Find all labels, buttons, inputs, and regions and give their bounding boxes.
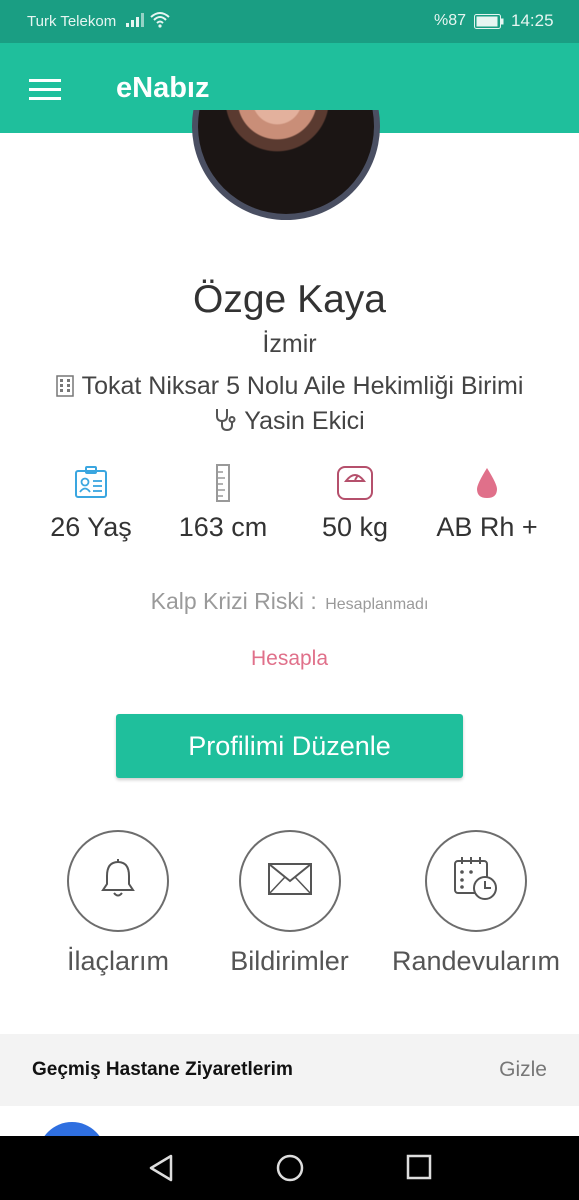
recent-apps-icon[interactable] xyxy=(406,1154,432,1185)
height-value: 163 cm xyxy=(178,512,268,542)
risk-value: Hesaplanmadı xyxy=(325,596,429,613)
section-title: Geçmiş Hastane Ziyaretlerim xyxy=(32,1059,293,1080)
family-health-unit: Tokat Niksar 5 Nolu Aile Hekimliği Birim… xyxy=(0,372,579,404)
wifi-icon xyxy=(150,11,170,32)
system-navigation-bar xyxy=(0,1136,579,1200)
battery-icon xyxy=(474,14,504,33)
quick-action-notifications[interactable]: Bildirimler xyxy=(222,830,357,977)
battery-percentage: %87 xyxy=(434,12,467,29)
stat-weight: 50 kg xyxy=(290,462,420,543)
calculate-link[interactable]: Hesapla xyxy=(0,647,579,671)
avatar[interactable] xyxy=(192,110,380,222)
appointments-label: Randevularım xyxy=(391,946,561,976)
profile-name: Özge Kaya xyxy=(193,278,386,321)
blood-drop-icon xyxy=(422,462,552,504)
home-icon[interactable] xyxy=(276,1154,304,1187)
doctor-name: Yasin Ekici xyxy=(244,407,365,435)
hide-button[interactable]: Gizle xyxy=(499,1058,547,1082)
blood-type-value: AB Rh + xyxy=(436,512,538,542)
age-value: 26 Yaş xyxy=(50,512,132,542)
bell-icon xyxy=(98,858,138,905)
profile-photo xyxy=(198,110,374,214)
quick-action-medications[interactable]: İlaçlarım xyxy=(53,830,183,977)
notifications-label: Bildirimler xyxy=(230,946,349,976)
signal-icon xyxy=(126,13,144,31)
envelope-icon xyxy=(267,862,312,900)
stat-height: 163 cm xyxy=(158,462,288,543)
ruler-icon xyxy=(158,462,288,504)
family-doctor: Yasin Ekici xyxy=(0,407,579,439)
stat-blood-type: AB Rh + xyxy=(422,462,552,543)
status-bar: Turk Telekom %87 14:25 xyxy=(0,0,579,43)
appointments-circle[interactable] xyxy=(425,830,527,932)
notifications-circle[interactable] xyxy=(238,830,341,932)
stethoscope-icon xyxy=(214,408,236,439)
building-icon xyxy=(55,375,74,404)
calendar-clock-icon xyxy=(453,856,499,907)
past-hospital-visits-header: Geçmiş Hastane Ziyaretlerim Gizle xyxy=(0,1034,579,1106)
id-card-icon xyxy=(26,462,156,504)
risk-label: Kalp Krizi Riski : xyxy=(150,588,317,614)
back-icon[interactable] xyxy=(148,1154,174,1187)
quick-action-appointments[interactable]: Randevularım xyxy=(388,830,564,977)
profile-city: İzmir xyxy=(262,330,317,358)
clock-time: 14:25 xyxy=(511,11,554,30)
visits-list xyxy=(0,1106,579,1136)
visit-avatar[interactable] xyxy=(38,1122,106,1136)
hamburger-menu-icon[interactable] xyxy=(29,79,61,106)
stat-age: 26 Yaş xyxy=(26,462,156,543)
app-title: eNabız xyxy=(116,72,210,104)
edit-profile-button[interactable]: Profilimi Düzenle xyxy=(116,714,463,778)
weight-value: 50 kg xyxy=(321,512,389,542)
scale-icon xyxy=(290,462,420,504)
medications-label: İlaçlarım xyxy=(66,946,169,976)
heart-attack-risk: Kalp Krizi Riski : Hesaplanmadı xyxy=(0,588,579,615)
hospital-name: Tokat Niksar 5 Nolu Aile Hekimliği Birim… xyxy=(81,372,524,400)
medications-circle[interactable] xyxy=(67,830,169,932)
carrier-name: Turk Telekom xyxy=(27,13,117,30)
